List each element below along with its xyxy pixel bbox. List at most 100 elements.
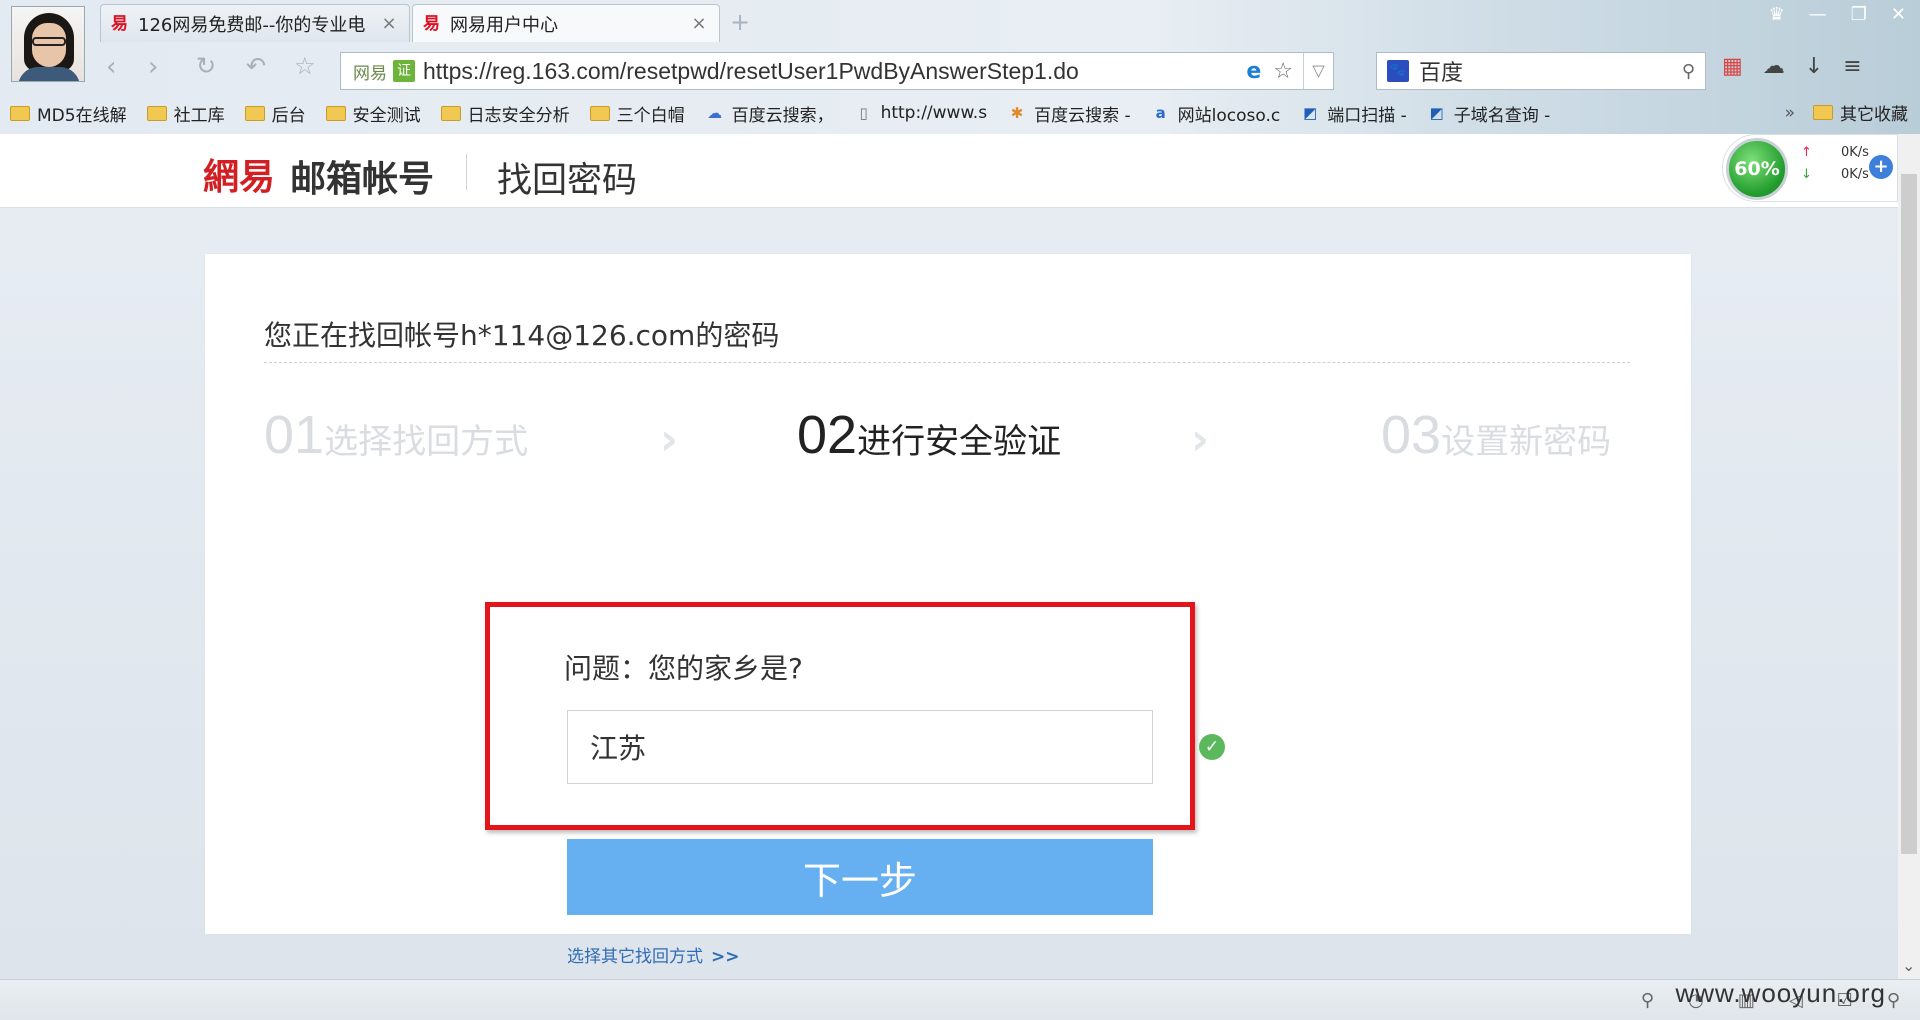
step-3: 03 设置新密码 — [1381, 404, 1611, 466]
account-line: 您正在找回帐号h*114@126.com的密码 — [264, 319, 780, 352]
user-avatar[interactable] — [11, 6, 85, 82]
folder-icon — [589, 105, 610, 121]
other-bookmarks[interactable]: 其它收藏 — [1840, 100, 1908, 125]
new-tab-icon[interactable]: + — [730, 8, 750, 36]
bookmark-star-icon[interactable]: ☆ — [1273, 59, 1293, 84]
pin-icon[interactable]: ⚲ — [1641, 990, 1654, 1011]
certificate-icon[interactable]: 证 — [393, 60, 415, 82]
bookmark-item[interactable]: 三个白帽 — [589, 101, 685, 126]
restore-icon[interactable]: ❐ — [1851, 4, 1867, 25]
bookmark-item[interactable]: ◩ 端口扫描 - — [1300, 101, 1407, 126]
back-icon[interactable]: ‹ — [106, 52, 116, 82]
tab-netease-user-center[interactable]: 易 网易用户中心 × — [412, 4, 720, 42]
minimize-icon[interactable]: — — [1809, 4, 1827, 25]
add-icon[interactable]: + — [1869, 155, 1893, 179]
folder-icon — [244, 105, 265, 121]
favorite-icon[interactable]: ☆ — [294, 52, 316, 80]
skin-icon[interactable]: ♛ — [1769, 4, 1785, 25]
next-step-button[interactable]: 下一步 — [567, 839, 1153, 915]
download-speed: 0K/s — [1841, 167, 1869, 182]
page: 網易 邮箱帐号 找回密码 您正在找回帐号h*114@126.com的密码 01 … — [0, 134, 1898, 979]
bookmark-item[interactable]: 日志安全分析 — [440, 101, 570, 126]
refresh-icon[interactable]: ↻ — [196, 52, 216, 80]
security-question: 问题：您的家乡是? — [564, 652, 803, 685]
upload-arrow-icon: ↑ — [1801, 145, 1812, 160]
vertical-scrollbar[interactable]: ⌄ — [1898, 134, 1920, 979]
undo-icon[interactable]: ↶ — [246, 52, 266, 80]
a-icon: a — [1155, 104, 1166, 122]
scrollbar-thumb[interactable] — [1901, 174, 1917, 854]
bookmark-item[interactable]: ◩ 子域名查询 - — [1427, 101, 1551, 126]
scroll-down-icon[interactable]: ⌄ — [1902, 956, 1915, 975]
site-icon: ◩ — [1303, 104, 1318, 122]
step-arrow-icon: › — [1191, 414, 1210, 465]
bookmark-item[interactable]: 后台 — [244, 101, 306, 126]
step-label: 设置新密码 — [1441, 422, 1612, 462]
bookmark-item[interactable]: ☁ 百度云搜索， — [705, 101, 834, 126]
url-text[interactable]: https://reg.163.com/resetpwd/resetUser1P… — [423, 58, 1246, 85]
bookmark-item[interactable]: 安全测试 — [325, 101, 421, 126]
netease-favicon-icon: 易 — [111, 13, 128, 34]
window-controls: ♛ — ❐ ✕ — [1769, 4, 1906, 25]
page-icon: ▯ — [859, 104, 868, 122]
folder-icon — [440, 105, 461, 121]
folder-icon — [146, 105, 167, 121]
check-icon: ✓ — [1199, 734, 1225, 760]
step-number: 02 — [797, 405, 858, 465]
answer-input[interactable] — [567, 710, 1153, 784]
tab-label: 126网易免费邮--你的专业电 — [138, 14, 366, 36]
folder-icon — [10, 105, 30, 121]
ie-mode-icon[interactable]: e — [1246, 59, 1261, 84]
site-icon: ◩ — [1429, 104, 1444, 122]
site-label: 网易 — [353, 63, 387, 84]
puzzle-icon: ✱ — [1010, 104, 1024, 122]
reset-password-card: 您正在找回帐号h*114@126.com的密码 01 选择找回方式 › 02 进… — [205, 254, 1691, 967]
bookmark-item[interactable]: 社工库 — [146, 101, 225, 126]
step-1: 01 选择找回方式 — [264, 404, 528, 466]
logo-text: 邮箱帐号 — [290, 159, 435, 200]
page-title: 找回密码 — [497, 161, 638, 201]
forward-icon[interactable]: › — [148, 52, 158, 82]
toolbar-right: ▦ ☁ ↓ ≡ — [1722, 54, 1862, 79]
netease-logo[interactable]: 網易 — [203, 148, 275, 200]
step-number: 01 — [264, 405, 325, 465]
cloud-icon[interactable]: ☁ — [1763, 54, 1785, 79]
cloud-icon: ☁ — [707, 104, 723, 122]
bookmark-item[interactable]: ✱ 百度云搜索 - — [1007, 101, 1131, 126]
download-arrow-icon: ↓ — [1801, 167, 1812, 182]
close-window-icon[interactable]: ✕ — [1891, 4, 1906, 25]
tab-label: 网易用户中心 — [450, 14, 558, 36]
bookmark-item[interactable]: ▯ http://www.s — [854, 103, 987, 123]
search-icon[interactable]: ⚲ — [1682, 61, 1695, 82]
netease-favicon-icon: 易 — [423, 13, 440, 34]
speed-percent: 60% — [1726, 138, 1788, 200]
folder-icon — [1813, 105, 1833, 120]
page-header: 網易 邮箱帐号 找回密码 — [0, 134, 1898, 208]
search-box[interactable]: 🐾 百度 ⚲ — [1376, 52, 1706, 90]
tab-close-icon[interactable]: × — [379, 13, 399, 34]
baidu-logo-icon: 🐾 — [1387, 60, 1409, 82]
download-icon[interactable]: ↓ — [1805, 54, 1823, 79]
folder-icon — [325, 105, 346, 121]
status-bar: ⚲ ◔ ▥ ◁ ☑ ⚲ — [0, 979, 1920, 1020]
browser-chrome: 易 126网易免费邮--你的专业电 × 易 网易用户中心 × + ♛ — ❐ ✕… — [0, 0, 1920, 134]
upload-speed: 0K/s — [1841, 145, 1869, 160]
step-label: 进行安全验证 — [857, 422, 1062, 462]
tab-close-icon[interactable]: × — [689, 13, 709, 34]
tab-126-mail[interactable]: 易 126网易免费邮--你的专业电 × — [100, 4, 410, 42]
bookmark-item[interactable]: MD5在线解 — [10, 101, 127, 126]
other-method-link[interactable]: 选择其它找回方式 >> — [567, 942, 740, 967]
network-speed-widget[interactable]: 60% ↑ ↓ 0K/s 0K/s + — [1722, 134, 1898, 202]
step-2: 02 进行安全验证 — [797, 404, 1061, 466]
address-bar[interactable]: 网易 证 https://reg.163.com/resetpwd/resetU… — [340, 52, 1334, 90]
apps-icon[interactable]: ▦ — [1722, 54, 1743, 79]
address-dropdown-icon[interactable]: ▽ — [1303, 53, 1333, 89]
step-arrow-icon: › — [660, 414, 679, 465]
menu-icon[interactable]: ≡ — [1843, 54, 1861, 79]
zoom-icon[interactable]: ⚲ — [1887, 990, 1900, 1011]
step-label: 选择找回方式 — [324, 422, 529, 462]
bookmark-item[interactable]: a 网站locoso.c — [1151, 101, 1281, 126]
more-bookmarks-icon[interactable]: » — [1785, 103, 1795, 123]
search-engine-label[interactable]: 百度 — [1419, 55, 1682, 87]
bookmarks-bar: MD5在线解 社工库 后台 安全测试 日志安全分析 三个白帽 ☁ 百度云搜索， ▯… — [0, 96, 1920, 130]
